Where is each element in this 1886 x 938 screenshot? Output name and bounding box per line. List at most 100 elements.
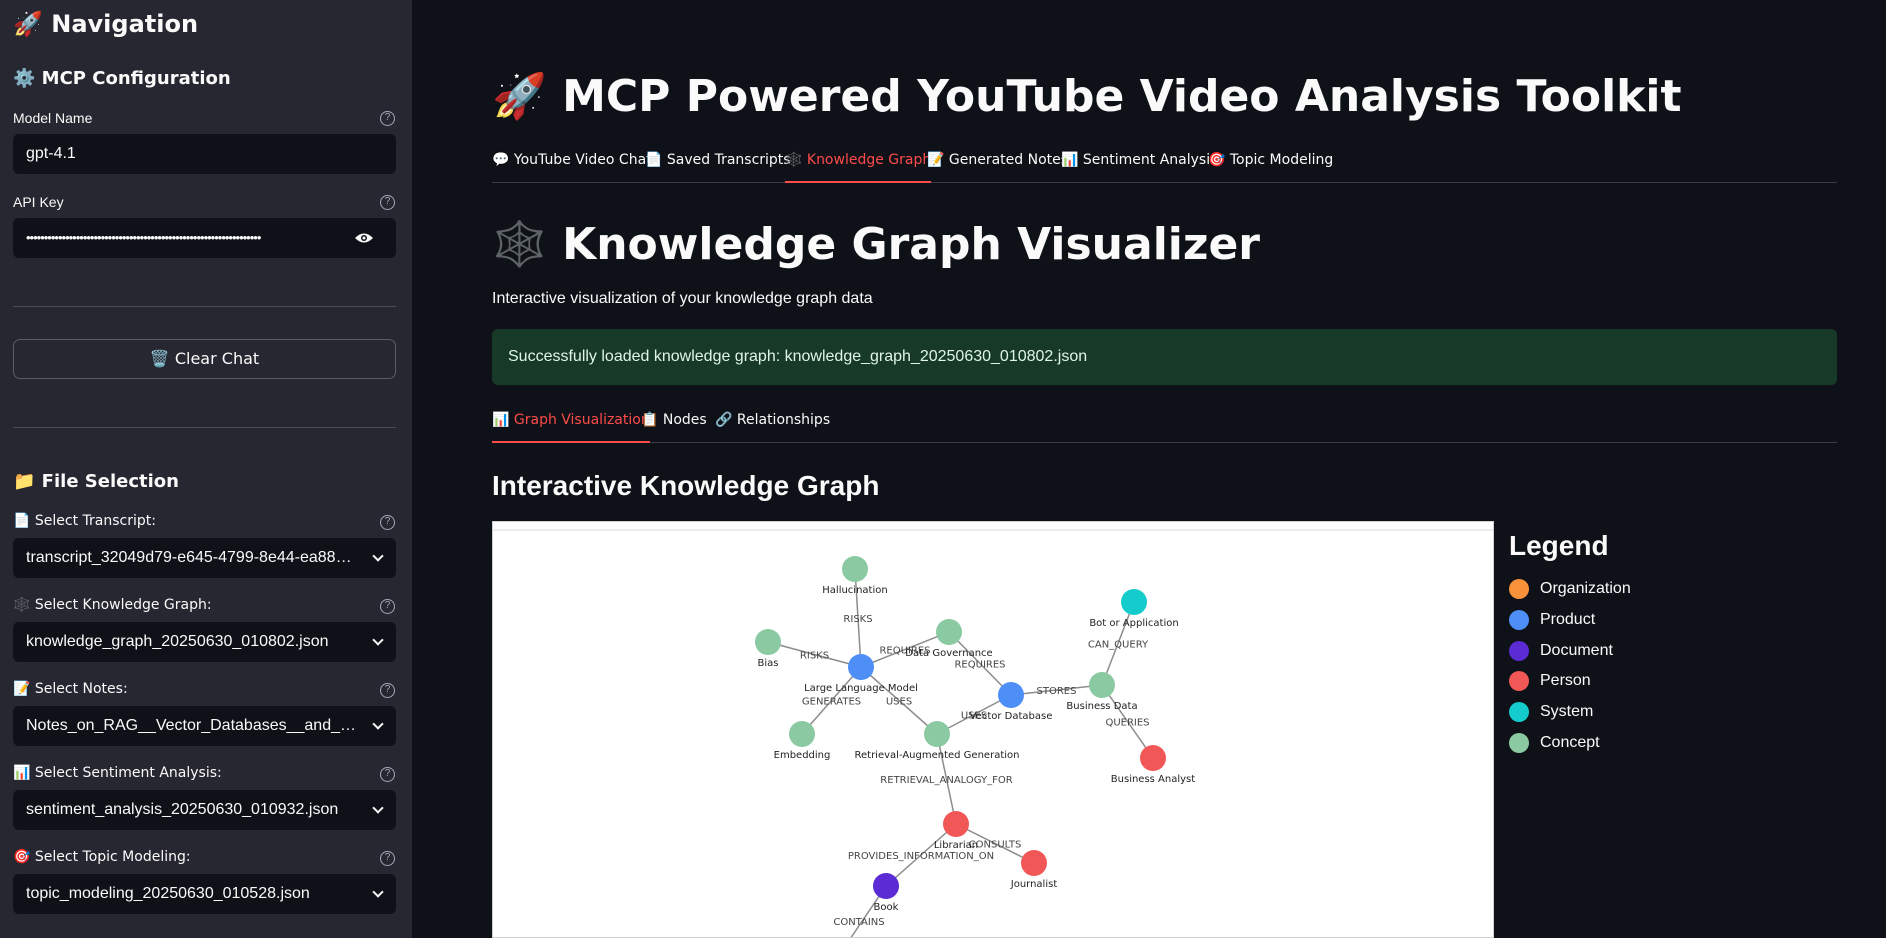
legend-label: Organization [1540, 580, 1631, 598]
legend-item: Concept [1509, 727, 1829, 758]
tab-youtube-chat[interactable]: 💬 YouTube Video Chat [492, 148, 652, 183]
graph-edge-label: GENERATES [802, 697, 861, 708]
legend-item: Product [1509, 605, 1829, 636]
graph-node[interactable] [842, 556, 868, 582]
main-tabs: 💬 YouTube Video Chat 📄 Saved Transcripts… [492, 148, 1837, 183]
graph-node-label: Embedding [774, 750, 831, 761]
tab-generated-notes[interactable]: 📝 Generated Notes [927, 148, 1068, 183]
graph-node-label: Business Analyst [1111, 774, 1195, 785]
transcript-select-value: transcript_32049d79-e645-4799-8e44-ea881… [26, 549, 376, 566]
graph-node[interactable] [943, 811, 969, 837]
help-icon[interactable]: ? [380, 599, 395, 614]
chevron-down-icon [372, 634, 384, 646]
tab-topic-modeling[interactable]: 🎯 Topic Modeling [1208, 148, 1333, 183]
clear-chat-button[interactable]: 🗑️ Clear Chat [13, 339, 396, 379]
divider [13, 306, 396, 307]
graph-node-label: Journalist [1010, 879, 1058, 890]
knowledge-graph-select-value: knowledge_graph_20250630_010802.json [26, 633, 329, 650]
graph-node-label: Large Language Model [804, 683, 918, 694]
legend-item: Document [1509, 635, 1829, 666]
legend: Legend Organization Product Document Person… [1509, 530, 1829, 758]
graph-node-label: Bot or Application [1089, 618, 1178, 629]
sentiment-select-value: sentiment_analysis_20250630_010932.json [26, 801, 339, 818]
knowledge-graph-select[interactable]: knowledge_graph_20250630_010802.json [13, 622, 396, 662]
graph-node[interactable] [1089, 672, 1115, 698]
notes-label: 📝 Select Notes: [13, 681, 128, 697]
legend-color-dot [1509, 640, 1529, 661]
legend-color-dot [1509, 732, 1529, 753]
legend-label: Document [1540, 641, 1613, 659]
knowledge-graph-svg[interactable]: RISKSRISKS REQUIRESREQUIRESGENERATES USESU… [493, 522, 1494, 938]
graph-node-label: Business Data [1066, 701, 1137, 712]
transcript-label: 📄 Select Transcript: [13, 513, 156, 529]
graph-node[interactable] [1140, 745, 1166, 771]
graph-node-label: Retrieval-Augmented Generation [855, 750, 1020, 761]
graph-node-label: Vector Database [970, 711, 1053, 722]
topic-select-value: topic_modeling_20250630_010528.json [26, 885, 310, 902]
tab-relationships[interactable]: 🔗 Relationships [715, 408, 830, 443]
graph-edge-label: CONTAINS [833, 917, 884, 928]
graph-node[interactable] [936, 619, 962, 645]
section-subtitle: Interactive visualization of your knowle… [492, 290, 873, 307]
sentiment-label: 📊 Select Sentiment Analysis: [13, 765, 222, 781]
help-icon[interactable]: ? [380, 195, 395, 210]
graph-edge-label: RETRIEVAL_ANALOGY_FOR [880, 775, 1012, 786]
eye-icon[interactable] [354, 232, 374, 244]
graph-sub-tabs: 📊 Graph Visualization 📋 Nodes 🔗 Relation… [492, 408, 1837, 443]
graph-edge-label: RISKS [843, 614, 872, 625]
help-icon[interactable]: ? [380, 767, 395, 782]
graph-node[interactable] [755, 629, 781, 655]
notes-select[interactable]: Notes_on_RAG__Vector_Databases__and_LL..… [13, 706, 396, 746]
legend-item: Organization [1509, 574, 1829, 605]
tab-graph-visualization[interactable]: 📊 Graph Visualization [492, 408, 650, 443]
legend-title: Legend [1509, 530, 1609, 561]
graph-node-label: Hallucination [822, 585, 887, 596]
sidebar-title: 🚀 Navigation [13, 10, 199, 38]
legend-label: System [1540, 703, 1594, 721]
graph-node[interactable] [1021, 850, 1047, 876]
graph-edge-label: REQUIRES [954, 660, 1005, 671]
graph-edge-label: USES [886, 697, 912, 708]
tab-saved-transcripts[interactable]: 📄 Saved Transcripts [645, 148, 791, 183]
graph-node[interactable] [1121, 589, 1147, 615]
help-icon[interactable]: ? [380, 683, 395, 698]
tab-nodes[interactable]: 📋 Nodes [641, 408, 707, 443]
graph-node[interactable] [924, 721, 950, 747]
config-heading: ⚙️ MCP Configuration [13, 68, 231, 89]
api-key-input[interactable]: ••••••••••••••••••••••••••••••••••••••••… [13, 218, 396, 258]
knowledge-graph-canvas[interactable]: RISKS RISKS REQUIRES REQUIRES GENERATES USES U… [492, 521, 1494, 938]
legend-label: Concept [1540, 733, 1600, 751]
graph-edge-label: CAN_QUERY [1088, 640, 1149, 651]
api-key-label: API Key [13, 194, 64, 210]
graph-edge-label: RISKS [800, 651, 829, 662]
graph-node[interactable] [848, 654, 874, 680]
graph-edge-label: QUERIES [1105, 718, 1149, 729]
transcript-select[interactable]: transcript_32049d79-e645-4799-8e44-ea881… [13, 538, 396, 578]
graph-node[interactable] [873, 873, 899, 899]
legend-color-dot [1509, 579, 1529, 600]
help-icon[interactable]: ? [380, 111, 395, 126]
success-alert: Successfully loaded knowledge graph: kno… [492, 329, 1837, 385]
chevron-down-icon [372, 718, 384, 730]
graph-node[interactable] [789, 721, 815, 747]
graph-node-label: Book [874, 902, 899, 913]
section-heading: 🕸️ Knowledge Graph Visualizer [492, 219, 1261, 270]
help-icon[interactable]: ? [380, 851, 395, 866]
graph-node-label: Data Governance [905, 648, 992, 659]
chevron-down-icon [372, 802, 384, 814]
notes-select-value: Notes_on_RAG__Vector_Databases__and_LL..… [26, 717, 372, 734]
file-selection-heading: 📁 File Selection [13, 471, 179, 492]
help-icon[interactable]: ? [380, 515, 395, 530]
tab-sentiment-analysis[interactable]: 📊 Sentiment Analysis [1061, 148, 1217, 183]
topic-select[interactable]: topic_modeling_20250630_010528.json [13, 874, 396, 914]
model-name-input[interactable]: gpt-4.1 [13, 134, 396, 174]
legend-label: Product [1540, 611, 1596, 629]
sidebar: 🚀 Navigation ⚙️ MCP Configuration Model … [0, 0, 412, 938]
graph-edge-label: STORES [1037, 686, 1077, 697]
chevron-down-icon [372, 886, 384, 898]
legend-item: System [1509, 697, 1829, 728]
tab-knowledge-graph[interactable]: 🕸️ Knowledge Graph [785, 148, 932, 183]
sentiment-select[interactable]: sentiment_analysis_20250630_010932.json [13, 790, 396, 830]
graph-node[interactable] [998, 682, 1024, 708]
knowledge-graph-label: 🕸️ Select Knowledge Graph: [13, 597, 212, 613]
